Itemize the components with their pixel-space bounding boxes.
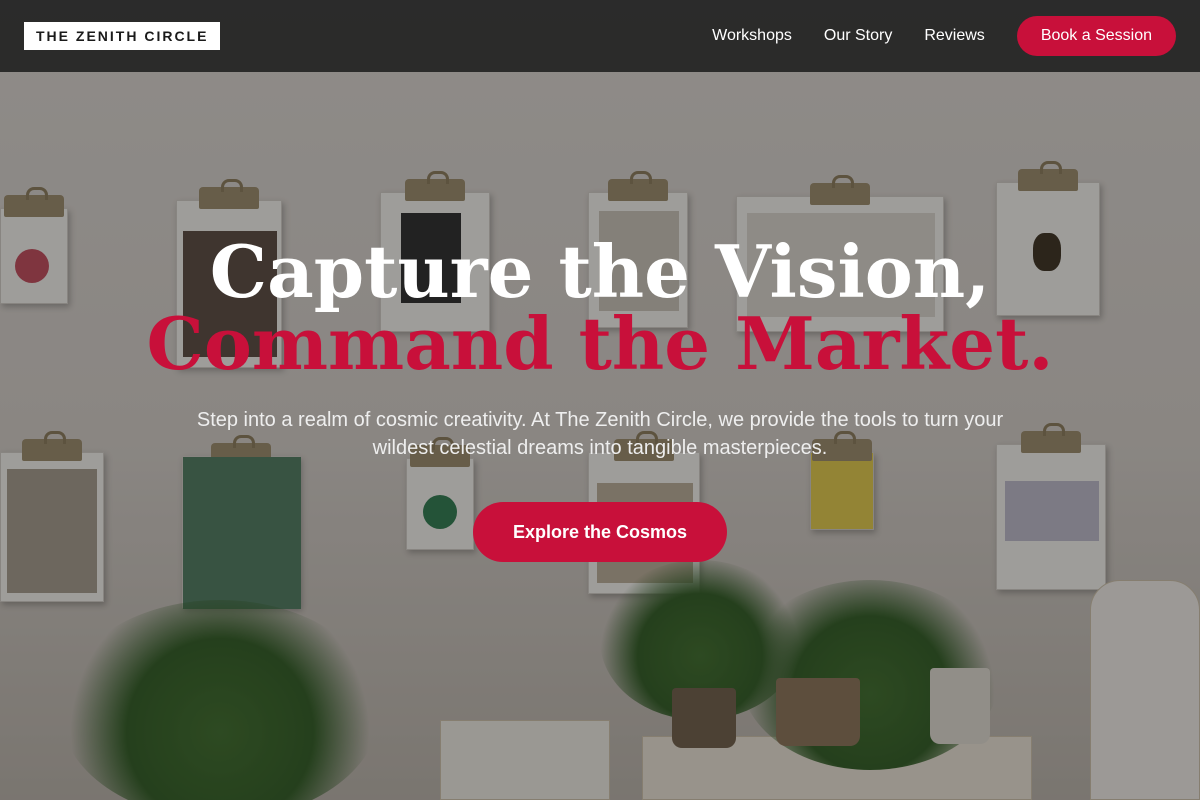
hero-headline: Capture the Vision, Command the Market. xyxy=(0,236,1200,380)
nav-link-reviews[interactable]: Reviews xyxy=(924,27,984,45)
site-header: THE ZENITH CIRCLE Workshops Our Story Re… xyxy=(0,0,1200,72)
brand-logo[interactable]: THE ZENITH CIRCLE xyxy=(24,22,221,50)
book-session-button[interactable]: Book a Session xyxy=(1016,16,1176,56)
nav-link-our-story[interactable]: Our Story xyxy=(824,27,892,45)
hero-subtitle: Step into a realm of cosmic creativity. … xyxy=(196,409,1004,459)
hero-section: Capture the Vision, Command the Market. … xyxy=(0,0,1200,800)
headline-line-2: Command the Market. xyxy=(146,301,1054,386)
nav-link-workshops[interactable]: Workshops xyxy=(712,27,792,45)
explore-cosmos-button[interactable]: Explore the Cosmos xyxy=(473,502,727,562)
headline-line-1: Capture the Vision, xyxy=(209,229,991,314)
main-nav: Workshops Our Story Reviews Book a Sessi… xyxy=(680,16,1176,56)
